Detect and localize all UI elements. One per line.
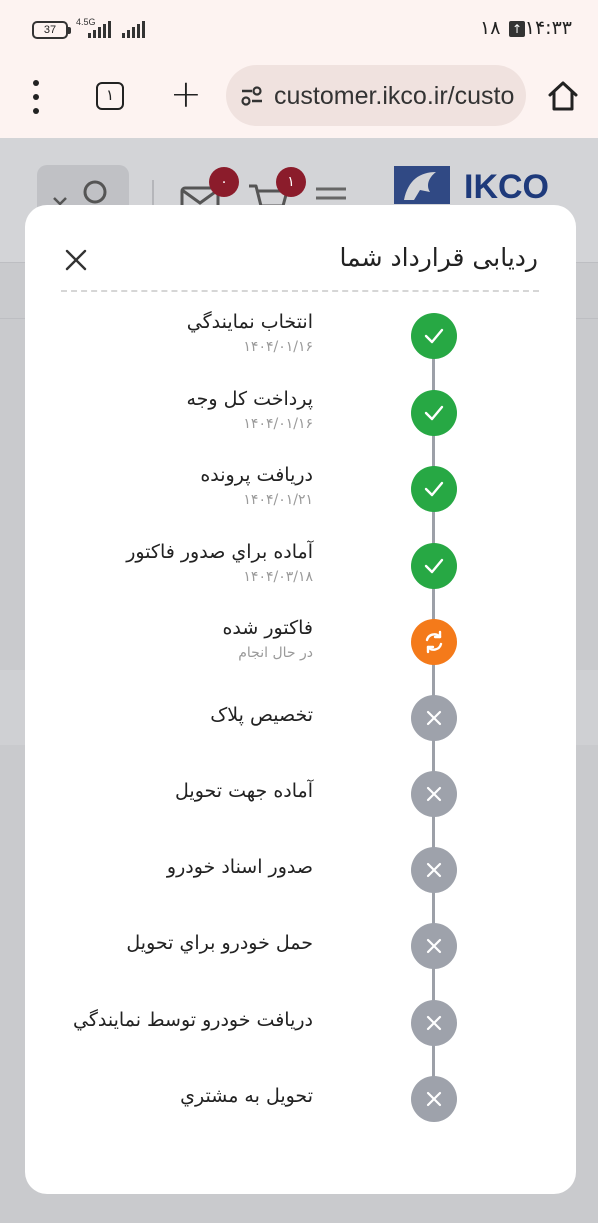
timeline-step: آماده جهت تحويل	[25, 767, 576, 827]
step-text: پرداخت کل وجه ۱۴۰۴/۰۱/۱۶	[186, 386, 313, 434]
cross-icon	[411, 771, 457, 817]
browser-menu-icon[interactable]	[26, 80, 46, 114]
step-date: ۱۴۰۴/۰۱/۱۶	[243, 339, 313, 355]
step-label: آماده براي صدور فاكتور	[126, 541, 313, 563]
step-text: فاکتور شده در حال انجام	[222, 615, 313, 663]
ikco-logo[interactable]: IKCO	[390, 162, 558, 208]
timeline-step: آماده براي صدور فاكتور ۱۴۰۴/۰۳/۱۸	[25, 539, 576, 599]
signal-icon	[88, 20, 111, 38]
step-date: ۱۴۰۴/۰۱/۲۱	[243, 492, 313, 508]
timeline-step: دريافت خودرو توسط نمايندگي	[25, 996, 576, 1056]
step-label: فاکتور شده	[222, 617, 313, 639]
notification-count: ۱۸	[480, 17, 501, 39]
status-bar: 37 4.5G ۱۸ ↑ ۱۴:۳۳	[0, 0, 598, 60]
cross-icon	[411, 1000, 457, 1046]
home-icon[interactable]	[546, 79, 580, 113]
step-label: صدور اسناد خودرو	[166, 856, 313, 878]
cross-icon	[411, 847, 457, 893]
hamburger-menu-icon[interactable]	[316, 186, 346, 206]
cross-icon	[411, 923, 457, 969]
check-icon	[411, 390, 457, 436]
browser-toolbar: ۱ + customer.ikco.ir/custo	[0, 60, 598, 138]
step-text: آماده جهت تحويل	[175, 767, 313, 804]
signal-icon	[122, 20, 145, 38]
site-settings-icon[interactable]	[240, 85, 264, 107]
step-label: دريافت پرونده	[200, 464, 313, 486]
step-text: حمل خودرو براي تحويل	[126, 919, 313, 956]
battery-level: 37	[43, 24, 57, 36]
step-label: پرداخت کل وجه	[186, 388, 313, 410]
address-bar[interactable]: customer.ikco.ir/custo	[226, 65, 526, 126]
step-label: آماده جهت تحويل	[175, 780, 313, 802]
timeline-step: حمل خودرو براي تحويل	[25, 919, 576, 979]
timeline-step: تحويل به مشتري	[25, 1072, 576, 1132]
step-status: در حال انجام	[238, 645, 313, 661]
timeline-step: دريافت پرونده ۱۴۰۴/۰۱/۲۱	[25, 462, 576, 522]
check-icon	[411, 466, 457, 512]
check-icon	[411, 543, 457, 589]
step-label: دريافت خودرو توسط نمايندگي	[73, 1009, 313, 1031]
step-text: تحويل به مشتري	[180, 1072, 313, 1109]
step-text: دريافت خودرو توسط نمايندگي	[73, 996, 313, 1033]
tab-switcher-button[interactable]: ۱	[96, 82, 124, 110]
step-text: انتخاب نمايندگي ۱۴۰۴/۰۱/۱۶	[187, 309, 313, 357]
step-label: انتخاب نمايندگي	[186, 311, 313, 333]
url-text: customer.ikco.ir/custo	[274, 82, 514, 110]
clock: ۱۴:۳۳	[524, 17, 572, 39]
cross-icon	[411, 695, 457, 741]
step-label: حمل خودرو براي تحويل	[126, 932, 313, 954]
timeline-step: انتخاب نمايندگي ۱۴۰۴/۰۱/۱۶	[25, 309, 576, 369]
step-text: صدور اسناد خودرو	[167, 843, 313, 880]
step-date: ۱۴۰۴/۰۳/۱۸	[243, 569, 313, 585]
step-text: تخصيص پلاک	[210, 691, 313, 728]
close-icon[interactable]	[63, 247, 89, 273]
step-text: دريافت پرونده ۱۴۰۴/۰۱/۲۱	[200, 462, 313, 510]
step-date: ۱۴۰۴/۰۱/۱۶	[243, 416, 313, 432]
title-divider	[61, 290, 539, 292]
messages-badge: ۰	[209, 167, 239, 197]
contract-tracking-modal: ردیابی قرارداد شما انتخاب نمايندگي ۱۴۰۴/۰…	[25, 205, 576, 1194]
step-label: تخصيص پلاک	[210, 704, 313, 726]
timeline-step: تخصيص پلاک	[25, 691, 576, 751]
timeline-step: پرداخت کل وجه ۱۴۰۴/۰۱/۱۶	[25, 386, 576, 446]
refresh-icon	[411, 619, 457, 665]
cross-icon	[411, 1076, 457, 1122]
battery-indicator: 37	[32, 21, 71, 39]
new-tab-icon[interactable]: +	[170, 74, 202, 114]
upload-icon: ↑	[509, 21, 525, 37]
cart-badge: ۱	[276, 167, 306, 197]
timeline-step: فاکتور شده در حال انجام	[25, 615, 576, 675]
modal-title: ردیابی قرارداد شما	[339, 243, 538, 272]
timeline-step: صدور اسناد خودرو	[25, 843, 576, 903]
step-text: آماده براي صدور فاكتور ۱۴۰۴/۰۳/۱۸	[126, 539, 313, 587]
check-icon	[411, 313, 457, 359]
step-label: تحويل به مشتري	[180, 1085, 313, 1107]
logo-text: IKCO	[464, 168, 549, 206]
